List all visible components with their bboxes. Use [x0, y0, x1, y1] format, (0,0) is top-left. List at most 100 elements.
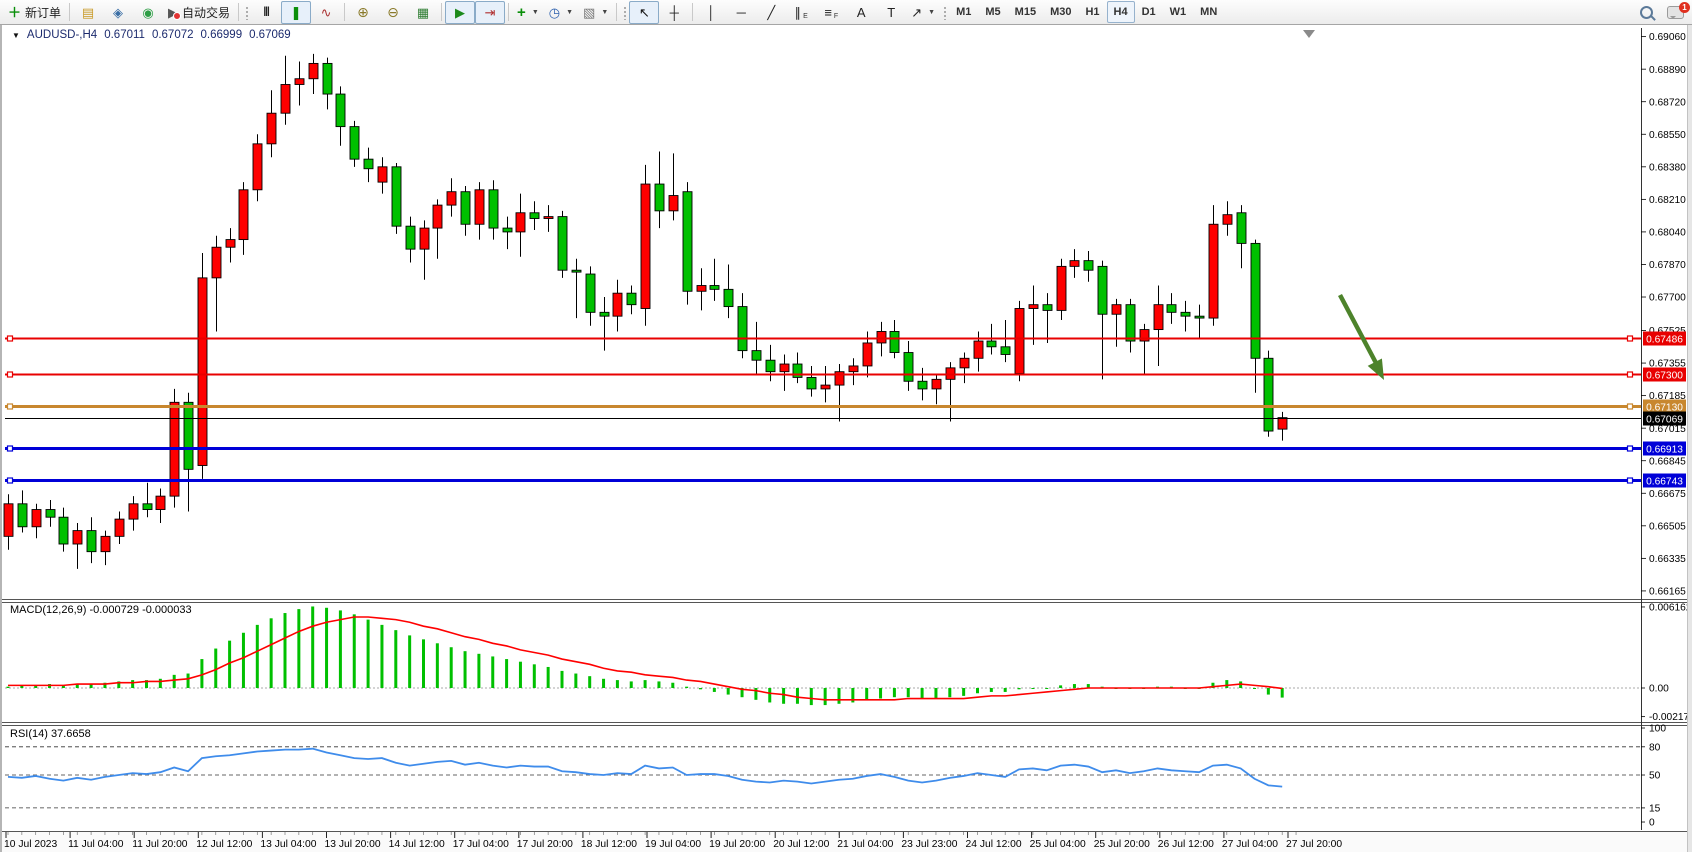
macd-histogram-bar [1031, 688, 1034, 689]
line-handle[interactable] [8, 404, 13, 409]
line-chart-button[interactable]: ∿ [311, 1, 341, 24]
signals-button[interactable]: ◉ [133, 1, 163, 24]
macd-histogram-bar [976, 688, 979, 693]
new-order-button-label: 新订单 [25, 4, 61, 21]
line-handle[interactable] [8, 336, 13, 341]
templates-button[interactable]: ▧▼ [578, 1, 613, 24]
candle [987, 341, 996, 347]
line-handle[interactable] [1628, 446, 1633, 451]
timeframe-d1[interactable]: D1 [1135, 1, 1163, 23]
chart-open: 0.67011 [104, 29, 145, 41]
line-handle[interactable] [1628, 336, 1633, 341]
label-button[interactable]: T [876, 1, 906, 24]
candle [392, 167, 401, 226]
price-tick-label: 0.69060 [1649, 32, 1686, 43]
line-handle[interactable] [1628, 478, 1633, 483]
price-tick-label: 0.68890 [1649, 65, 1686, 76]
chart-shift-button[interactable]: ⇥ [475, 1, 505, 24]
toolbar-separator [69, 3, 70, 21]
periods-button[interactable]: ◷▼ [544, 1, 578, 24]
candle [198, 278, 207, 466]
chevron-down-icon: ▼ [928, 9, 935, 16]
chart-plot-area[interactable]: 0.690600.688900.687200.685500.683800.682… [0, 25, 1692, 852]
line-handle[interactable] [8, 478, 13, 483]
data-window-button[interactable]: ▤ [73, 1, 103, 24]
toolbar-separator [616, 3, 617, 21]
trendline-button[interactable]: ╱ [756, 1, 786, 24]
timeframe-h1[interactable]: H1 [1078, 1, 1106, 23]
timeframe-m15[interactable]: M15 [1008, 1, 1043, 23]
arrow-annotation-head[interactable] [1368, 359, 1384, 380]
price-tick-label: 0.67700 [1649, 293, 1686, 304]
candle [32, 510, 41, 527]
candle [821, 385, 830, 389]
candle [1223, 215, 1232, 225]
toolbar-grip[interactable] [622, 5, 627, 20]
macd-label: MACD(12,26,9) -0.000729 -0.000033 [10, 604, 192, 616]
line-handle[interactable] [8, 446, 13, 451]
indicators-button[interactable]: +▼ [512, 1, 544, 24]
new-order-button[interactable]: ＋新订单 [3, 1, 66, 24]
periods-icon: ◷ [549, 6, 560, 19]
macd-histogram-bar [131, 680, 134, 688]
timeframe-m5[interactable]: M5 [978, 1, 1007, 23]
candle [1251, 243, 1260, 358]
toolbar-grip[interactable] [942, 5, 947, 20]
zoom-in-button[interactable]: ⊕ [348, 1, 378, 24]
channel-button[interactable]: ∥E [786, 1, 816, 24]
chart-close: 0.67069 [249, 29, 291, 41]
macd-histogram-bar [948, 688, 951, 697]
timeframe-m30[interactable]: M30 [1043, 1, 1078, 23]
macd-histogram-bar [574, 674, 577, 688]
horizontal-line-button[interactable]: ─ [726, 1, 756, 24]
line-handle[interactable] [8, 372, 13, 377]
macd-histogram-bar [7, 687, 10, 688]
timeframe-h4[interactable]: H4 [1107, 1, 1135, 23]
candlestick-button[interactable]: ❚ [281, 1, 311, 24]
chart-shift-marker[interactable] [1303, 30, 1315, 38]
macd-histogram-bar [311, 606, 314, 688]
macd-histogram-bar [491, 656, 494, 688]
collapse-chart-icon[interactable]: ▼ [12, 31, 20, 40]
toolbar-separator [344, 3, 345, 21]
macd-histogram-bar [921, 688, 924, 699]
crosshair-button[interactable]: ┼ [659, 1, 689, 24]
price-tick-label: 0.66675 [1649, 489, 1686, 500]
auto-scroll-button[interactable]: ▶ [445, 1, 475, 24]
line-handle[interactable] [1628, 372, 1633, 377]
toolbar-separator [441, 3, 442, 21]
tile-windows-button[interactable]: ▦ [408, 1, 438, 24]
chat-icon[interactable]: 1 [1667, 6, 1684, 19]
price-tick-label: 0.66505 [1649, 521, 1686, 532]
navigator-button[interactable]: ◈ [103, 1, 133, 24]
arrows-icon: ↗ [911, 6, 922, 19]
vertical-line-button[interactable]: │ [696, 1, 726, 24]
auto-trading-button[interactable]: ▶自动交易 [163, 1, 235, 24]
label-icon: T [887, 6, 895, 19]
timeframe-w1[interactable]: W1 [1163, 1, 1194, 23]
toolbar-group: ▤◈◉▶自动交易 [66, 0, 235, 24]
time-axis-label: 12 Jul 12:00 [196, 839, 252, 850]
search-icon[interactable] [1640, 6, 1653, 19]
zoom-out-button[interactable]: ⊖ [378, 1, 408, 24]
line-handle[interactable] [1628, 404, 1633, 409]
candle [1126, 305, 1135, 341]
cursor-button[interactable]: ↖ [629, 1, 659, 24]
toolbar-grip[interactable] [244, 5, 249, 20]
candle [863, 343, 872, 366]
arrow-annotation-shaft[interactable] [1340, 295, 1376, 363]
timeframe-m1[interactable]: M1 [949, 1, 978, 23]
candle [683, 192, 692, 292]
fibonacci-icon: ≡ [824, 6, 832, 19]
bar-chart-button[interactable]: ||| [251, 1, 281, 24]
tool-sub-letter: E [803, 11, 808, 22]
arrows-button[interactable]: ↗▼ [906, 1, 940, 24]
fibonacci-button[interactable]: ≡F [816, 1, 846, 24]
candle [558, 217, 567, 271]
text-button[interactable]: A [846, 1, 876, 24]
candle [281, 84, 290, 113]
tile-windows-icon: ▦ [417, 6, 429, 19]
zoom-out-icon: ⊖ [387, 5, 399, 19]
timeframe-mn[interactable]: MN [1193, 1, 1224, 23]
candle [697, 286, 706, 292]
